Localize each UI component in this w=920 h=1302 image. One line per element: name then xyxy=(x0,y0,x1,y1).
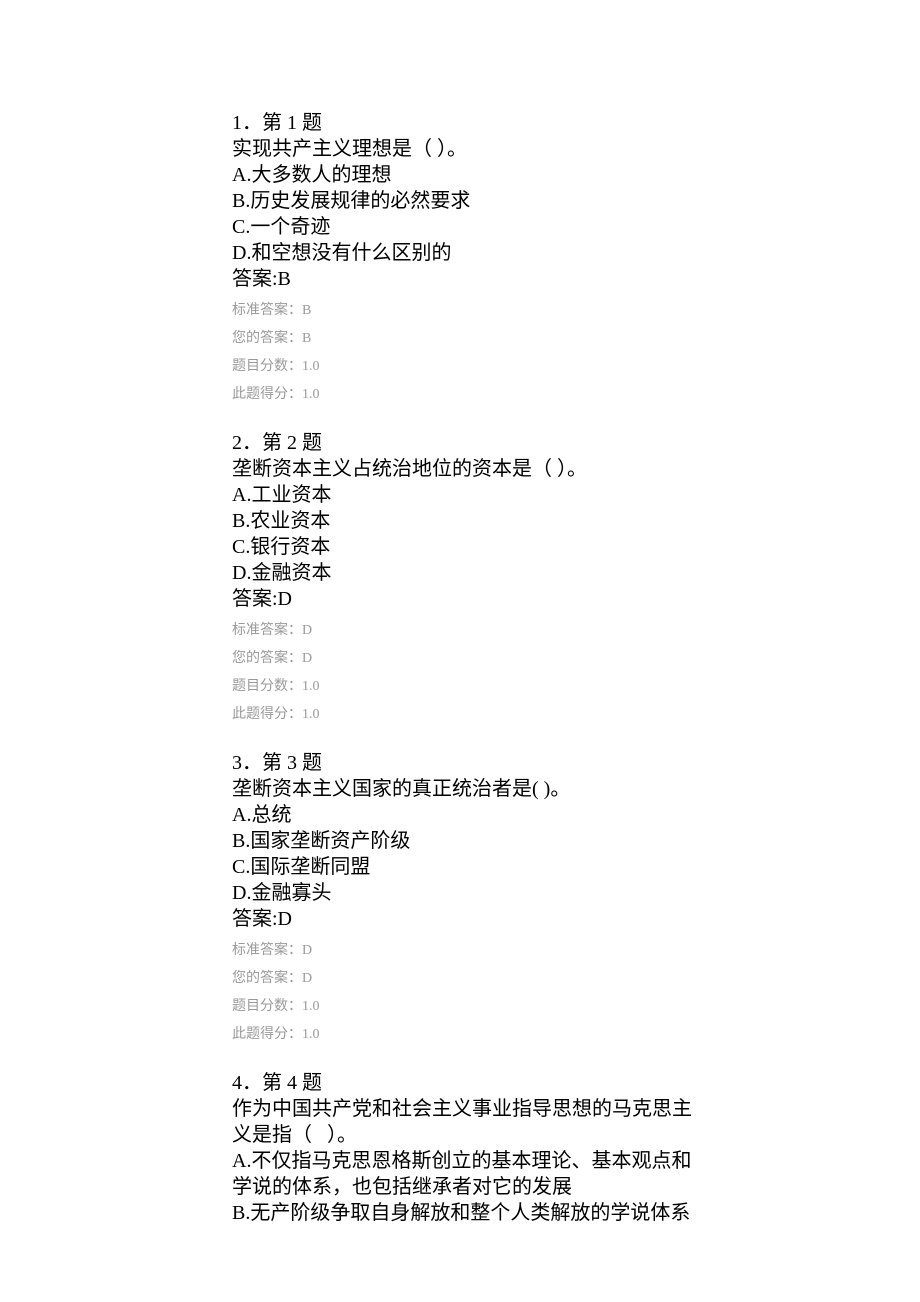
option-d: D.和空想没有什么区别的 xyxy=(232,240,692,266)
question-stem: 作为中国共产党和社会主义事业指导思想的马克思主义是指（ ）。 xyxy=(232,1096,692,1148)
option-c: C.一个奇迹 xyxy=(232,214,692,240)
your-answer: 您的答案：D xyxy=(232,650,692,668)
full-score: 题目分数：1.0 xyxy=(232,358,692,376)
question-block: 4．第 4 题 作为中国共产党和社会主义事业指导思想的马克思主义是指（ ）。 A… xyxy=(232,1070,692,1226)
option-a: A.不仅指马克思恩格斯创立的基本理论、基本观点和学说的体系，也包括继承者对它的发… xyxy=(232,1148,692,1200)
question-block: 2．第 2 题 垄断资本主义占统治地位的资本是（ ）。 A.工业资本 B.农业资… xyxy=(232,430,692,724)
option-a: A.大多数人的理想 xyxy=(232,162,692,188)
question-number: 4．第 4 题 xyxy=(232,1070,692,1096)
answer-line: 答案:D xyxy=(232,586,692,612)
answer-line: 答案:B xyxy=(232,266,692,292)
option-c: C.国际垄断同盟 xyxy=(232,854,692,880)
option-b: B.无产阶级争取自身解放和整个人类解放的学说体系 xyxy=(232,1200,692,1226)
question-number: 3．第 3 题 xyxy=(232,750,692,776)
question-stem: 实现共产主义理想是（ ）。 xyxy=(232,136,692,162)
option-b: B.农业资本 xyxy=(232,508,692,534)
your-answer: 您的答案：B xyxy=(232,330,692,348)
standard-answer: 标准答案：D xyxy=(232,622,692,640)
question-block: 1．第 1 题 实现共产主义理想是（ ）。 A.大多数人的理想 B.历史发展规律… xyxy=(232,110,692,404)
document-page: 1．第 1 题 实现共产主义理想是（ ）。 A.大多数人的理想 B.历史发展规律… xyxy=(232,110,692,1226)
option-a: A.总统 xyxy=(232,802,692,828)
obtained-score: 此题得分：1.0 xyxy=(232,1026,692,1044)
option-a: A.工业资本 xyxy=(232,482,692,508)
standard-answer: 标准答案：D xyxy=(232,942,692,960)
option-b: B.国家垄断资产阶级 xyxy=(232,828,692,854)
question-stem: 垄断资本主义国家的真正统治者是( )。 xyxy=(232,776,692,802)
obtained-score: 此题得分：1.0 xyxy=(232,706,692,724)
full-score: 题目分数：1.0 xyxy=(232,998,692,1016)
option-d: D.金融资本 xyxy=(232,560,692,586)
your-answer: 您的答案：D xyxy=(232,970,692,988)
answer-line: 答案:D xyxy=(232,906,692,932)
question-stem: 垄断资本主义占统治地位的资本是（ ）。 xyxy=(232,456,692,482)
full-score: 题目分数：1.0 xyxy=(232,678,692,696)
option-c: C.银行资本 xyxy=(232,534,692,560)
option-b: B.历史发展规律的必然要求 xyxy=(232,188,692,214)
standard-answer: 标准答案：B xyxy=(232,302,692,320)
question-block: 3．第 3 题 垄断资本主义国家的真正统治者是( )。 A.总统 B.国家垄断资… xyxy=(232,750,692,1044)
obtained-score: 此题得分：1.0 xyxy=(232,386,692,404)
question-number: 1．第 1 题 xyxy=(232,110,692,136)
option-d: D.金融寡头 xyxy=(232,880,692,906)
question-number: 2．第 2 题 xyxy=(232,430,692,456)
